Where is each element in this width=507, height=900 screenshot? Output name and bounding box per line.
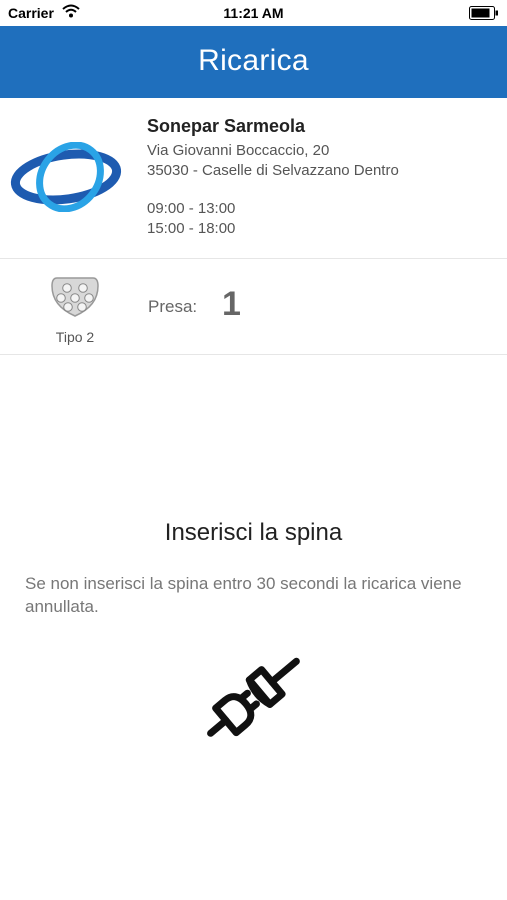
station-address-line1: Via Giovanni Boccaccio, 20 bbox=[147, 142, 330, 159]
sonepar-logo bbox=[10, 142, 122, 212]
status-bar: Carrier 11:21 AM bbox=[0, 0, 507, 26]
connector-row: Tipo 2 Presa: 1 bbox=[0, 259, 507, 355]
presa-label: Presa: bbox=[148, 297, 198, 316]
station-address-line2: 35030 - Caselle di Selvazzano Dentro bbox=[147, 162, 399, 179]
nav-bar: Ricarica bbox=[0, 26, 507, 98]
status-time: 11:21 AM bbox=[223, 5, 284, 21]
unplugged-plug-icon bbox=[207, 657, 300, 737]
type2-connector-icon bbox=[51, 277, 99, 317]
battery-icon bbox=[469, 6, 498, 20]
presa-number: 1 bbox=[222, 285, 241, 323]
opening-hours-afternoon: 15:00 - 18:00 bbox=[147, 220, 236, 237]
connector-type-label: Tipo 2 bbox=[55, 329, 95, 345]
instruction-text: Se non inserisci la spina entro 30 secon… bbox=[25, 574, 462, 616]
page-title: Ricarica bbox=[198, 44, 309, 77]
opening-hours-morning: 09:00 - 13:00 bbox=[147, 200, 236, 217]
station-card: Sonepar Sarmeola Via Giovanni Boccaccio,… bbox=[0, 98, 507, 259]
station-name: Sonepar Sarmeola bbox=[147, 116, 306, 136]
instruction-title: Inserisci la spina bbox=[164, 519, 343, 546]
station-info: Sonepar Sarmeola Via Giovanni Boccaccio,… bbox=[147, 116, 399, 239]
